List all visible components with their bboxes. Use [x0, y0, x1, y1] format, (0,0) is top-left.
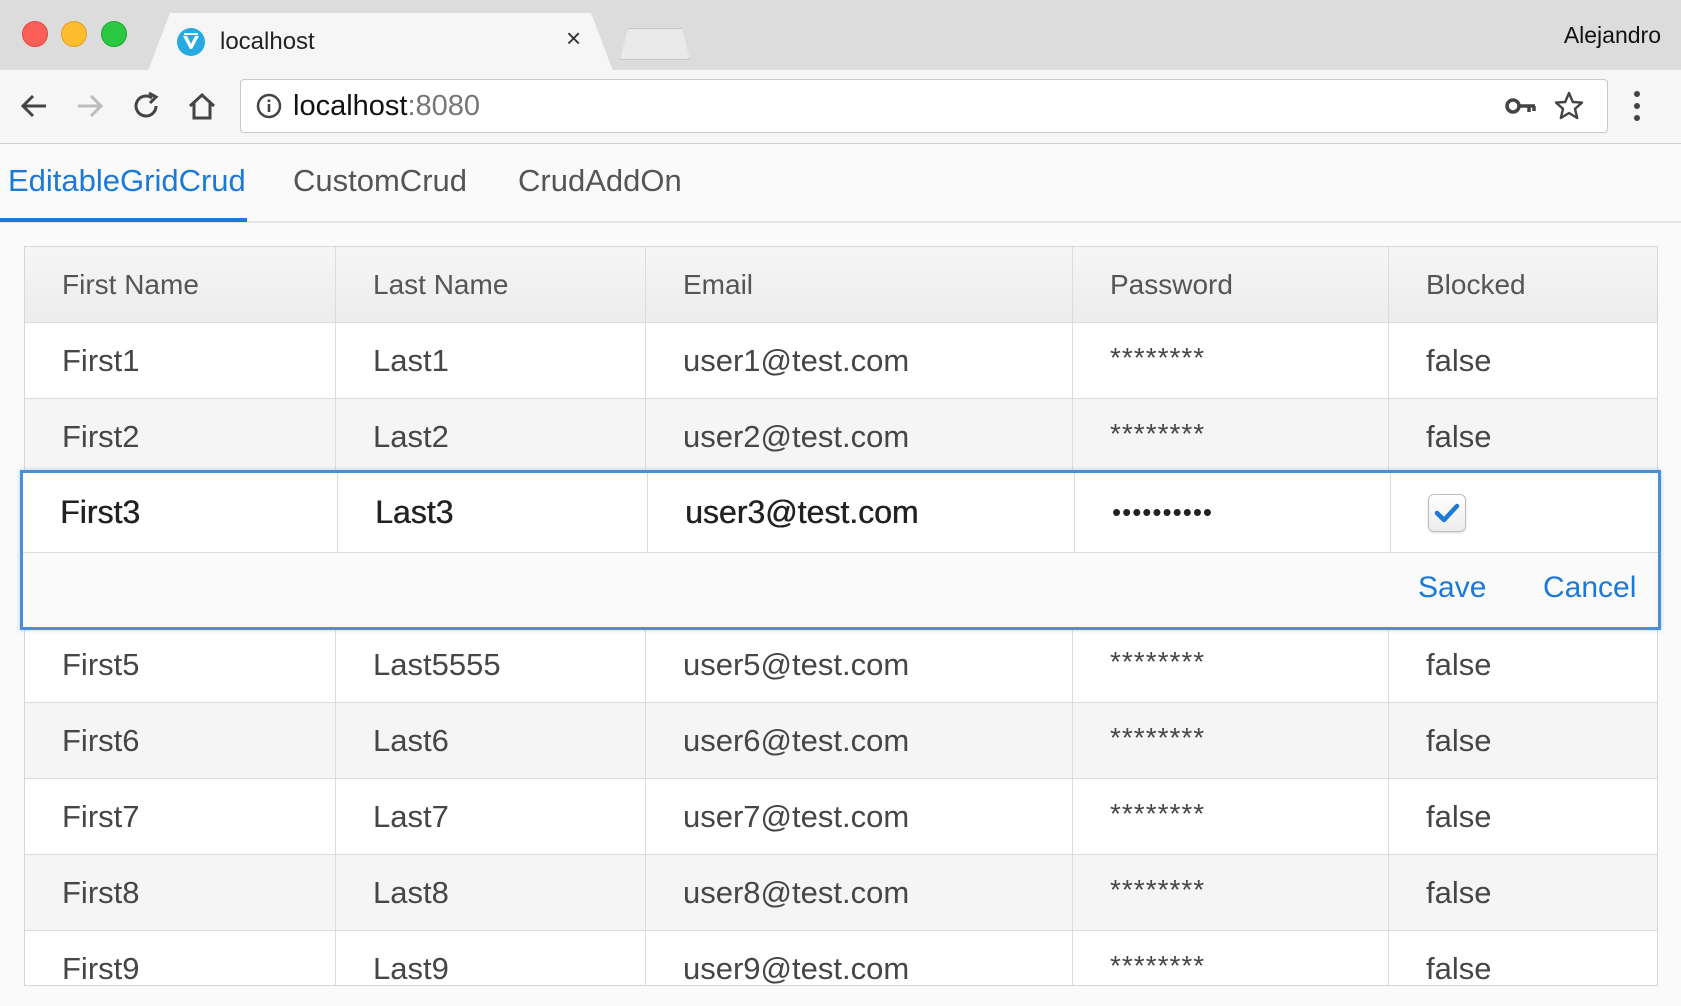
table-row[interactable]: First5 Last5555 user5@test.com ******** … — [25, 627, 1657, 703]
reload-icon[interactable] — [128, 88, 164, 124]
checkmark-icon — [1434, 503, 1460, 522]
cell-last-name: Last7 — [336, 779, 646, 854]
cell-last-name: Last2 — [336, 399, 646, 474]
cell-email: user8@test.com — [646, 855, 1073, 930]
table-row[interactable]: First2 Last2 user2@test.com ******** fal… — [25, 399, 1657, 475]
cell-password: ******** — [1073, 399, 1389, 474]
url-port: :8080 — [407, 90, 481, 122]
cell-email: user1@test.com — [646, 323, 1073, 398]
cell-last-name: Last6 — [336, 703, 646, 778]
table-row[interactable]: First1 Last1 user1@test.com ******** fal… — [25, 323, 1657, 399]
first-name-value: First3 — [60, 494, 140, 530]
cell-first-name: First2 — [25, 399, 336, 474]
cell-last-name: Last9 — [336, 931, 646, 985]
cell-password: ******** — [1073, 627, 1389, 702]
tab-close-icon[interactable]: × — [566, 25, 581, 51]
table-row[interactable]: First7 Last7 user7@test.com ******** fal… — [25, 779, 1657, 855]
cell-email: user6@test.com — [646, 703, 1073, 778]
column-header-first-name[interactable]: First Name — [25, 247, 336, 322]
more-vert-icon[interactable] — [1631, 88, 1643, 124]
back-arrow-icon[interactable] — [16, 88, 52, 124]
cell-password: ******** — [1073, 931, 1389, 985]
cell-blocked: false — [1426, 950, 1492, 986]
cell-blocked: false — [1426, 722, 1492, 758]
cell-password: ******** — [1073, 779, 1389, 854]
cell-first-name: First1 — [25, 323, 336, 398]
cancel-button[interactable]: Cancel — [1543, 571, 1636, 605]
key-icon[interactable] — [1505, 92, 1537, 120]
cell-blocked: false — [1426, 798, 1492, 834]
cell-email: user5@test.com — [646, 627, 1073, 702]
cell-email: user7@test.com — [646, 779, 1073, 854]
tab-crud-add-on[interactable]: CrudAddOn — [518, 163, 682, 199]
browser-titlebar: localhost × Alejandro — [0, 0, 1681, 71]
cell-last-name: Last1 — [336, 323, 646, 398]
profile-name[interactable]: Alejandro — [1564, 22, 1661, 49]
home-icon[interactable] — [184, 88, 220, 124]
window-minimize-button[interactable] — [61, 21, 87, 47]
cell-blocked: false — [1426, 874, 1492, 910]
cell-first-name: First5 — [25, 627, 336, 702]
window-close-button[interactable] — [22, 21, 48, 47]
table-row[interactable]: First8 Last8 user8@test.com ******** fal… — [25, 855, 1657, 931]
email-field[interactable]: user3@test.com — [648, 473, 1075, 552]
cell-blocked: false — [1426, 646, 1492, 682]
email-value: user3@test.com — [685, 494, 919, 530]
active-tab-indicator — [0, 218, 247, 222]
grid-row-editor: First3 Last3 user3@test.com •••••••••• S… — [20, 470, 1661, 630]
last-name-value: Last3 — [375, 494, 454, 530]
cell-blocked: false — [1426, 418, 1492, 454]
cell-first-name: First7 — [25, 779, 336, 854]
cell-first-name: First6 — [25, 703, 336, 778]
cell-first-name: First8 — [25, 855, 336, 930]
cell-password: ******** — [1073, 855, 1389, 930]
address-bar[interactable]: localhost:8080 — [240, 79, 1608, 133]
blocked-field — [1391, 473, 1658, 552]
cell-last-name: Last8 — [336, 855, 646, 930]
editor-fields-row: First3 Last3 user3@test.com •••••••••• — [23, 473, 1658, 553]
browser-tab-localhost[interactable]: localhost × — [148, 13, 613, 71]
url-text[interactable]: localhost:8080 — [293, 90, 480, 123]
grid-header-row: First Name Last Name Email Password Bloc… — [25, 247, 1657, 323]
editor-actions-bar: Save Cancel — [23, 553, 1658, 627]
forward-arrow-icon[interactable] — [72, 88, 108, 124]
column-header-password[interactable]: Password — [1073, 247, 1389, 322]
blocked-checkbox[interactable] — [1428, 493, 1466, 532]
app-tab-bar: EditableGridCrud CustomCrud CrudAddOn — [0, 145, 1681, 223]
vaadin-favicon-icon — [177, 28, 205, 56]
tab-editable-grid-crud[interactable]: EditableGridCrud — [8, 163, 246, 199]
cell-last-name: Last5555 — [336, 627, 646, 702]
cell-password: ******** — [1073, 323, 1389, 398]
table-row[interactable]: First6 Last6 user6@test.com ******** fal… — [25, 703, 1657, 779]
cell-first-name: First9 — [25, 931, 336, 985]
password-field[interactable]: •••••••••• — [1075, 473, 1391, 552]
window-maximize-button[interactable] — [101, 21, 127, 47]
table-row[interactable]: First9 Last9 user9@test.com ******** fal… — [25, 931, 1657, 986]
password-value: •••••••••• — [1112, 497, 1214, 527]
first-name-field[interactable]: First3 — [23, 473, 338, 552]
cell-blocked: false — [1426, 342, 1492, 378]
url-host: localhost — [293, 90, 408, 122]
column-header-last-name[interactable]: Last Name — [336, 247, 646, 322]
star-icon[interactable] — [1553, 90, 1585, 122]
cell-email: user2@test.com — [646, 399, 1073, 474]
tab-custom-crud[interactable]: CustomCrud — [293, 163, 467, 199]
info-icon[interactable] — [255, 92, 283, 120]
new-tab-button[interactable] — [620, 28, 690, 60]
save-button[interactable]: Save — [1418, 571, 1486, 605]
last-name-field[interactable]: Last3 — [338, 473, 648, 552]
cell-password: ******** — [1073, 703, 1389, 778]
column-header-email[interactable]: Email — [646, 247, 1073, 322]
column-header-blocked[interactable]: Blocked — [1389, 247, 1657, 322]
cell-email: user9@test.com — [646, 931, 1073, 985]
browser-tab-title: localhost — [220, 28, 315, 55]
browser-toolbar: localhost:8080 — [0, 70, 1681, 144]
